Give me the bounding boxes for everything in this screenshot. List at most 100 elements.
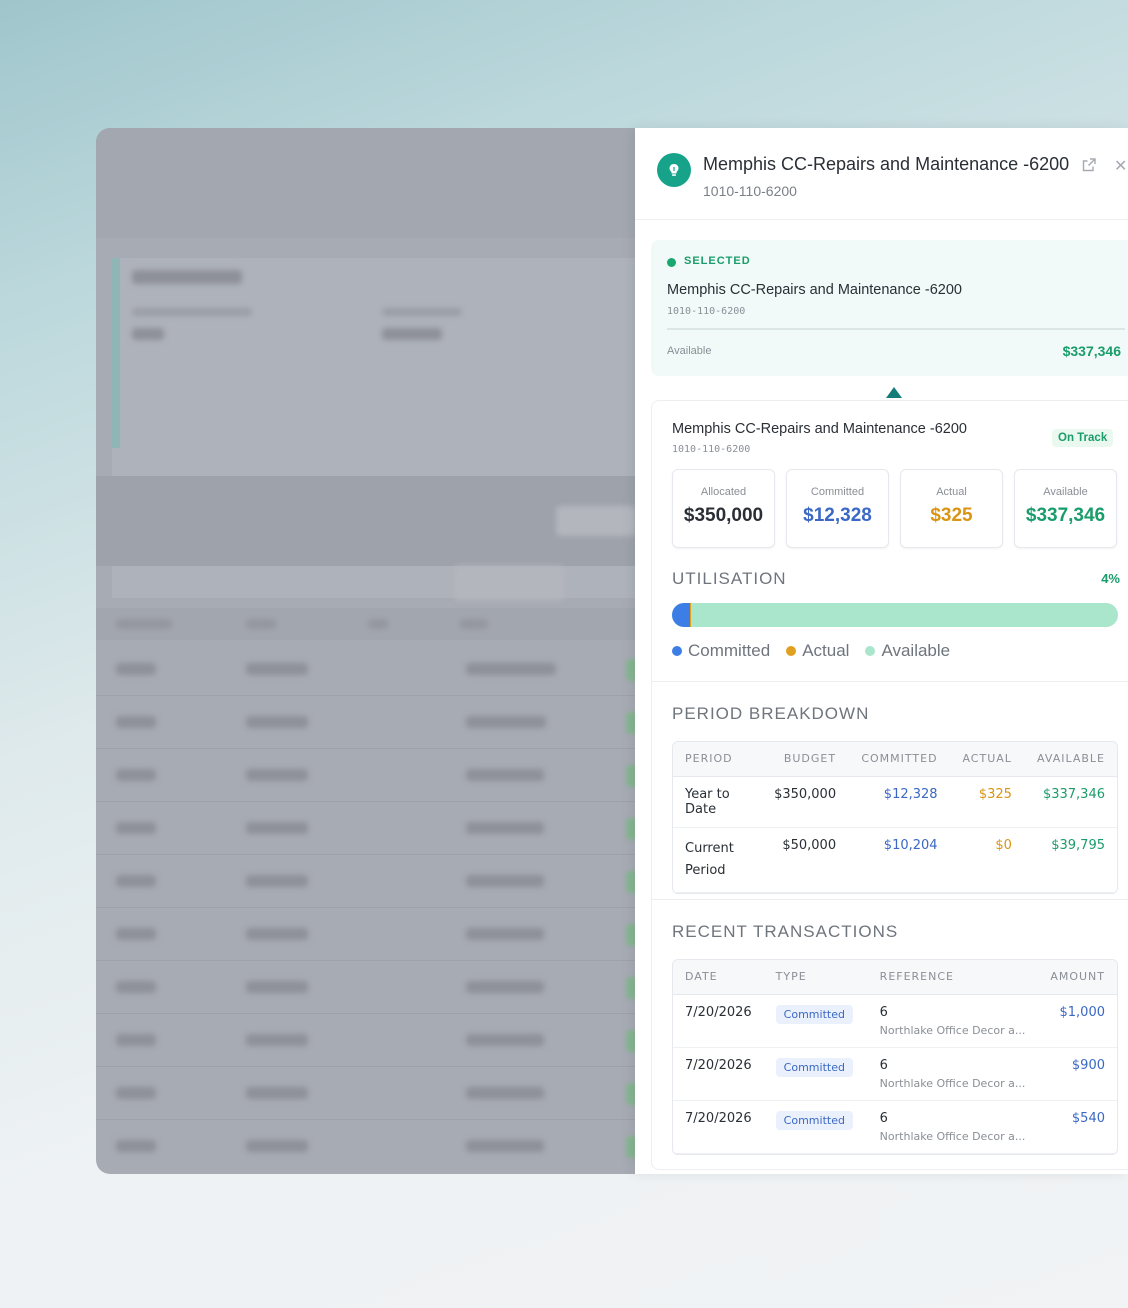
stat-actual: Actual $325 [900,469,1003,548]
reference-cell: 6 Northlake Office Decor a... [867,994,1038,1048]
period-cell: Year to Date [673,776,761,828]
panel-account-code: 1010-110-6200 [703,183,797,199]
stat-label: Allocated [700,486,747,498]
reference-cell: 6 Northlake Office Decor a... [867,1100,1038,1154]
column-header: REFERENCE [867,960,1038,995]
selected-code: 1010-110-6200 [667,306,746,317]
screenshot-frame: Memphis CC-Repairs and Maintenance -6200… [0,0,1128,1308]
external-link-icon[interactable] [1081,157,1097,173]
account-detail-card: Memphis CC-Repairs and Maintenance -6200… [651,400,1128,1170]
bg-blur-button [454,566,564,600]
table-row[interactable]: 7/20/2026 Committed 6 Northlake Office D… [673,1100,1117,1154]
close-icon[interactable]: ✕ [1114,156,1127,176]
date-cell: 7/20/2026 [673,1100,764,1154]
bg-blur-text [246,822,308,834]
bg-toolbar [96,476,656,600]
type-badge: Committed [775,1004,853,1024]
bg-blur-text [246,1034,308,1046]
bg-blur-text [246,875,308,887]
bg-blur-text [466,769,544,781]
bg-table-header [96,608,656,640]
column-header: PERIOD [673,742,761,777]
bg-table-row [96,1120,656,1173]
legend-actual: Actual [786,641,849,661]
utilisation-legend: Committed Actual Available [672,641,950,661]
legend-label: Actual [802,641,850,660]
bg-table-row [96,1014,656,1067]
column-header: BUDGET [761,742,849,777]
bg-table-row [96,1067,656,1120]
budget-cell: $50,000 [761,827,849,893]
bg-table-row [96,802,656,855]
bg-blur-text [466,875,544,887]
stat-allocated: Allocated $350,000 [672,469,775,548]
bg-table-row [96,696,656,749]
utilisation-bar [672,603,1118,627]
stat-value: $12,328 [803,505,872,526]
bg-blur-text [382,328,442,340]
status-badge: On Track [1052,429,1114,447]
stat-available: Available $337,346 [1014,469,1117,548]
bg-blur-text [246,769,308,781]
reference-number: 6 [879,1110,888,1126]
reference-cell: 6 Northlake Office Decor a... [867,1047,1038,1101]
bg-blur-text [116,981,156,993]
detail-title: Memphis CC-Repairs and Maintenance -6200 [672,421,967,437]
stat-value: $337,346 [1025,505,1106,526]
bg-blur-text [246,1087,308,1099]
bg-blur-text [466,716,546,728]
bg-blur-text [466,663,556,675]
recent-transactions-table: DATE TYPE REFERENCE AMOUNT 7/20/2026 Com… [672,959,1118,1155]
utilisation-percent: 4% [1101,571,1120,586]
available-cell: $39,795 [1023,827,1117,893]
bg-blur-text [466,822,544,834]
table-row[interactable]: 7/20/2026 Committed 6 Northlake Office D… [673,1047,1117,1101]
selected-account-card[interactable]: SELECTED Memphis CC-Repairs and Maintena… [651,240,1128,376]
bg-blur-text [116,716,156,728]
selected-title: Memphis CC-Repairs and Maintenance -6200 [667,282,962,298]
period-cell: Current Period [673,827,761,893]
bg-blur-text [466,1087,544,1099]
legend-label: Available [881,641,951,660]
amount-cell: $540 [1038,1100,1117,1154]
caret-up-icon [886,387,902,398]
selected-divider [667,328,1125,330]
bg-table-row [96,855,656,908]
column-header: AVAILABLE [1023,742,1117,777]
section-divider [652,899,1128,900]
column-header: TYPE [763,960,868,995]
bg-blur-text [116,822,156,834]
bg-header [96,128,656,238]
legend-available: Available [865,641,950,661]
legend-dot-actual [786,646,797,656]
bg-blur-text [132,328,164,340]
selected-status-dot [667,258,676,267]
column-header: ACTUAL [949,742,1024,777]
actual-cell: $0 [949,827,1024,893]
section-divider [652,681,1128,682]
reference-description: Northlake Office Decor a... [879,1129,1026,1143]
date-cell: 7/20/2026 [673,994,764,1048]
stat-committed: Committed $12,328 [786,469,889,548]
bg-blur-text [246,928,308,940]
available-cell: $337,346 [1023,776,1117,828]
background-app-blurred [96,128,656,1174]
bg-blur-text [246,663,308,675]
panel-title: Memphis CC-Repairs and Maintenance -6200 [703,154,1070,174]
reference-description: Northlake Office Decor a... [879,1076,1026,1090]
period-breakdown-table: PERIOD BUDGET COMMITTED ACTUAL AVAILABLE… [672,741,1118,894]
bg-blur-text [382,308,462,316]
bg-table-row [96,908,656,961]
bg-blur-text [116,663,156,675]
bg-blur-text [132,308,252,316]
recent-transactions-title: RECENT TRANSACTIONS [672,922,899,941]
stat-value: $350,000 [683,505,764,526]
table-row[interactable]: 7/20/2026 Committed 6 Northlake Office D… [673,994,1117,1048]
legend-dot-available [865,646,876,656]
bg-blur-text [116,928,156,940]
period-breakdown-title: PERIOD BREAKDOWN [672,704,870,723]
committed-cell: $10,204 [848,827,950,893]
bg-table-row [96,961,656,1014]
account-detail-panel: Memphis CC-Repairs and Maintenance -6200… [635,128,1128,1174]
bg-blur-text [116,875,156,887]
